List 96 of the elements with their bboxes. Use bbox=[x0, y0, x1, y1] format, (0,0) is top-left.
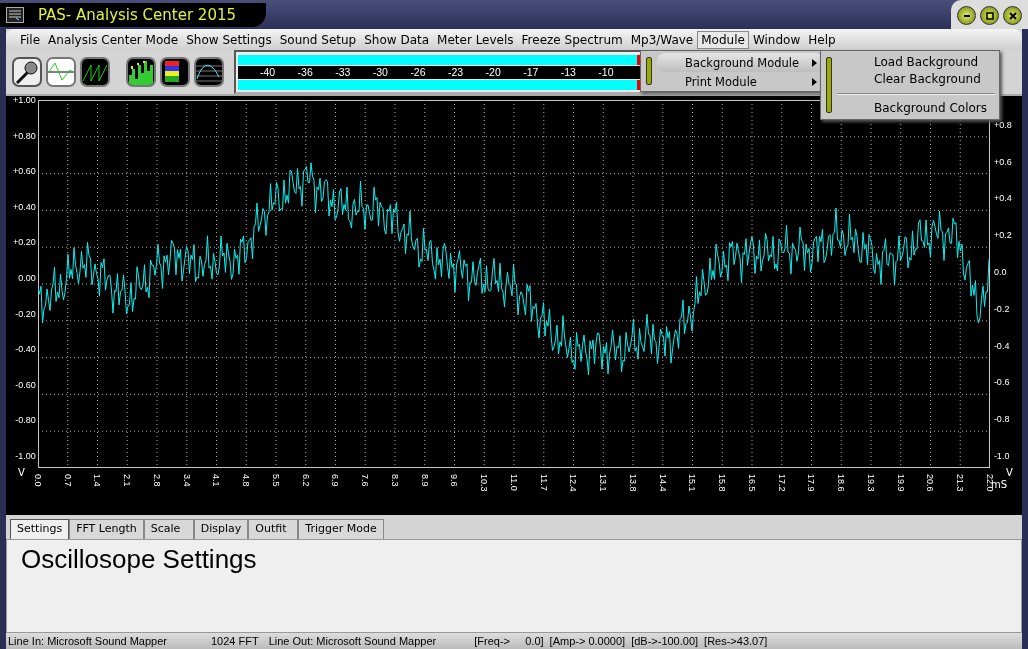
tab[interactable]: Scale bbox=[143, 519, 194, 539]
axis-label: 5.5 bbox=[270, 474, 281, 487]
axis-label: 14.4 bbox=[657, 474, 668, 492]
meter-scale-label: -10 bbox=[598, 65, 615, 79]
meter-scale-label: -40 bbox=[260, 65, 277, 79]
axis-label: -0.60 bbox=[15, 378, 37, 391]
menu-item[interactable]: Clear Background bbox=[837, 71, 999, 88]
tab[interactable]: Display bbox=[193, 519, 249, 539]
axis-unit: V bbox=[1006, 467, 1013, 478]
panel-heading: Oscillosope Settings bbox=[21, 544, 257, 574]
menu-item[interactable]: Module bbox=[697, 30, 749, 49]
tab[interactable]: Trigger Mode bbox=[298, 519, 384, 539]
axis-label: -1.0 bbox=[993, 449, 1010, 462]
axis-label: 4.8 bbox=[241, 474, 252, 487]
axis-label: 19.9 bbox=[895, 474, 906, 492]
meter-scale-label: -20 bbox=[485, 65, 502, 79]
axis-label: -0.40 bbox=[15, 343, 37, 356]
axis-label: -0.8 bbox=[993, 413, 1010, 426]
axis-label: 10.3 bbox=[479, 474, 490, 492]
axis-label: 1.4 bbox=[92, 474, 103, 487]
menu-item[interactable]: Show Data bbox=[360, 30, 434, 49]
meter-scale-label: -17 bbox=[523, 65, 540, 79]
meter-scale-label: -13 bbox=[560, 65, 577, 79]
axis-label: 2.8 bbox=[151, 474, 162, 487]
axis-label: 15.1 bbox=[687, 474, 698, 492]
status-text: 1024 FFT bbox=[211, 635, 259, 647]
axis-label: 11.0 bbox=[508, 474, 519, 491]
meter-scale-label: -30 bbox=[372, 65, 389, 79]
axis-label: +1.00 bbox=[13, 94, 37, 106]
axis-label: +0.40 bbox=[13, 200, 37, 213]
window-title: PAS- Analysis Center 2015 bbox=[38, 5, 237, 24]
axis-label: 11.7 bbox=[538, 474, 549, 491]
menu-item[interactable]: Show Settings bbox=[182, 30, 276, 49]
axis-label: 0.0 bbox=[32, 474, 43, 487]
meter-scale-label: -23 bbox=[447, 65, 465, 79]
axis-label: 0.0 bbox=[993, 266, 1007, 278]
meter-scale-label: -26 bbox=[410, 65, 427, 79]
axis-unit: V bbox=[18, 467, 25, 478]
axis-label: +0.6 bbox=[993, 155, 1012, 168]
axis-label: -1.00 bbox=[15, 449, 37, 462]
axis-label: 19.3 bbox=[865, 474, 876, 492]
menu-item[interactable]: Load Background bbox=[837, 54, 999, 71]
menu-item[interactable]: Background Colors bbox=[837, 100, 999, 117]
status-text: [dB->-100.00] bbox=[631, 635, 699, 647]
axis-label: 3.4 bbox=[181, 474, 192, 487]
axis-label: 20.6 bbox=[925, 474, 936, 492]
axis-label: +0.8 bbox=[993, 118, 1012, 131]
axis-label: -0.20 bbox=[15, 307, 37, 320]
axis-label: 7.6 bbox=[360, 474, 371, 487]
menu-item[interactable]: Analysis Center Mode bbox=[44, 30, 183, 49]
axis-label: -0.80 bbox=[15, 414, 37, 427]
axis-label: 21.3 bbox=[955, 474, 966, 492]
axis-label: 6.2 bbox=[300, 474, 311, 487]
tab[interactable]: Settings bbox=[10, 519, 70, 539]
axis-label: +0.2 bbox=[993, 229, 1012, 242]
tab[interactable]: Outfit bbox=[248, 519, 299, 539]
axis-label: 17.2 bbox=[776, 474, 787, 492]
axis-label: 18.6 bbox=[836, 474, 847, 492]
axis-label: 12.4 bbox=[568, 474, 579, 492]
axis-label: 6.9 bbox=[330, 474, 341, 487]
meter-scale-label: -36 bbox=[297, 65, 314, 79]
axis-label: +0.80 bbox=[13, 129, 37, 142]
menu-item[interactable]: Background Module bbox=[657, 53, 823, 72]
status-text: [Amp-> 0.0000] bbox=[549, 635, 626, 647]
axis-label: 17.9 bbox=[806, 474, 817, 492]
meter-scale-label: -33 bbox=[335, 65, 352, 79]
axis-label: 8.3 bbox=[389, 474, 400, 487]
axis-label: 0.00 bbox=[18, 271, 37, 284]
menu-item[interactable]: Help bbox=[804, 30, 840, 49]
axis-label: +0.4 bbox=[993, 192, 1012, 205]
axis-label: 15.8 bbox=[717, 474, 728, 492]
menu-item[interactable]: Sound Setup bbox=[275, 30, 361, 49]
menu-item[interactable]: Freeze Spectrum bbox=[517, 30, 627, 49]
axis-label: 8.9 bbox=[419, 474, 430, 487]
axis-label: -0.4 bbox=[993, 339, 1010, 352]
axis-label: 9.6 bbox=[449, 474, 460, 487]
axis-label: 0.7 bbox=[62, 474, 73, 487]
status-text: Line In: Microsoft Sound Mapper bbox=[8, 635, 167, 647]
axis-label: -0.2 bbox=[993, 302, 1010, 315]
axis-label: 16.5 bbox=[746, 474, 757, 492]
status-text: Line Out: Microsoft Sound Mapper bbox=[268, 635, 437, 647]
menu-item[interactable]: Print Module bbox=[657, 72, 823, 91]
axis-label: +0.60 bbox=[13, 165, 37, 178]
menu-item[interactable]: File bbox=[16, 30, 45, 49]
menu-item[interactable]: Window bbox=[748, 30, 805, 49]
axis-label: -0.6 bbox=[993, 376, 1010, 389]
axis-label: 4.1 bbox=[211, 474, 222, 487]
axis-label: 13.8 bbox=[627, 474, 638, 492]
status-text: [Freq-> 0.0] bbox=[474, 635, 544, 647]
axis-label: +0.20 bbox=[13, 236, 37, 249]
status-text: [Res->43.07] bbox=[704, 635, 768, 647]
axis-label: 13.1 bbox=[598, 474, 609, 492]
axis-label: 2.1 bbox=[122, 474, 133, 487]
menu-item[interactable]: Meter Levels bbox=[433, 30, 518, 49]
tab[interactable]: FFT Length bbox=[69, 519, 144, 539]
menu-item[interactable]: Mp3/Wave bbox=[626, 30, 698, 49]
